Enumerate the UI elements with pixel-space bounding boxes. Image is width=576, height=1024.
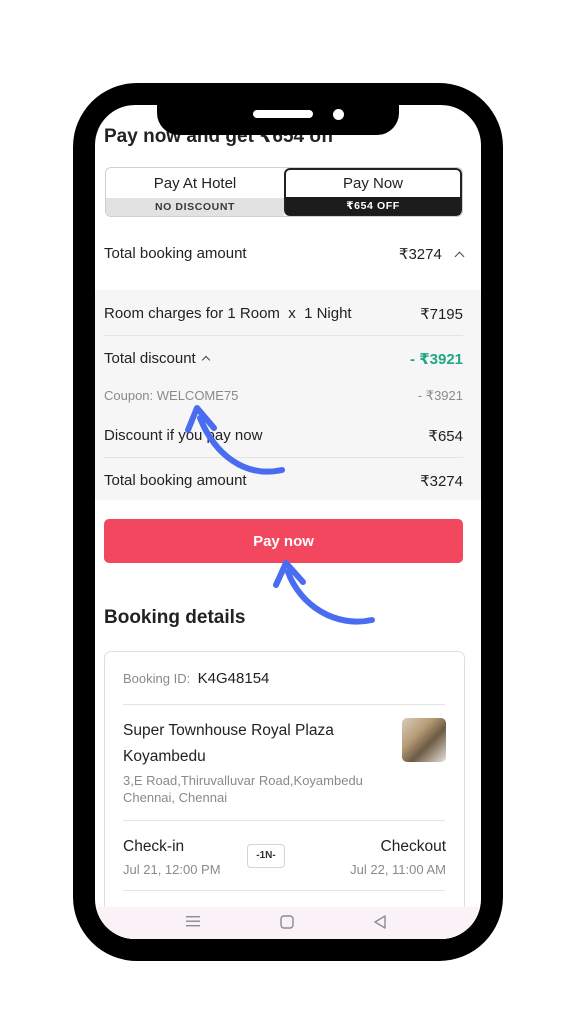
booking-id-value: K4G48154 [197,670,270,687]
booking-id-label: Booking ID: [123,671,191,686]
pay-now-discount-row: Discount if you pay now ₹654 [104,427,463,445]
total-discount-label: Total discount [104,350,196,367]
total-value: ₹3274 [420,473,463,490]
divider [104,457,463,458]
hotel-address: 3,E Road,Thiruvalluvar Road,Koyambedu Ch… [123,773,363,805]
total-booking-value: ₹3274 [398,246,442,263]
menu-icon[interactable] [185,914,201,931]
coupon-value: - ₹3921 [417,388,463,403]
total-booking-summary[interactable]: Total booking amount ₹3274 [104,245,465,263]
booking-details-card: Booking ID: K4G48154 Super Townhouse Roy… [104,651,465,939]
chevron-up-icon [454,251,465,262]
pay-at-hotel-label: Pay At Hotel [153,175,237,192]
home-square-icon[interactable] [280,915,294,932]
divider [104,335,463,336]
total-row: Total booking amount ₹3274 [104,472,463,490]
front-camera [333,109,344,120]
back-triangle-icon[interactable] [373,915,387,932]
chevron-up-icon [201,355,210,365]
checkout-value: Jul 22, 11:00 AM [350,862,446,877]
divider [123,890,445,891]
total-booking-label: Total booking amount [104,245,247,262]
app-screen: Pay now and get ₹654 off Pay At Hotel NO… [95,105,481,939]
pay-now-discount-label: Discount if you pay now [104,427,263,444]
phone-frame: Pay now and get ₹654 off Pay At Hotel NO… [73,83,503,961]
total-discount-row[interactable]: Total discount - ₹3921 [104,350,463,368]
pay-now-option[interactable]: Pay Now ₹654 OFF [284,168,462,216]
speaker-grille [253,110,313,118]
room-charges-label: Room charges for 1 Room x 1 Night [104,305,352,322]
hotel-name: Super Townhouse Royal Plaza Koyambedu [123,722,334,765]
room-charges-row: Room charges for 1 Room x 1 Night ₹7195 [104,305,463,323]
coupon-label: Coupon: WELCOME75 [104,388,239,403]
divider [123,820,445,821]
checkout-label: Checkout [380,838,446,855]
phone-notch [157,83,399,135]
total-label: Total booking amount [104,472,247,489]
pay-now-discount-value: ₹654 [428,428,463,445]
payment-mode-toggle: Pay At Hotel NO DISCOUNT Pay Now ₹654 OF… [105,167,463,217]
hotel-thumbnail[interactable] [402,718,446,762]
room-charges-value: ₹7195 [420,306,463,323]
pay-now-label: Pay Now [342,175,404,192]
price-breakdown: Room charges for 1 Room x 1 Night ₹7195 … [95,290,481,500]
booking-id-line: Booking ID: K4G48154 [123,670,446,688]
coupon-row: Coupon: WELCOME75 - ₹3921 [104,388,463,403]
system-nav-bar [95,907,481,939]
checkout-block: Checkout Jul 22, 11:00 AM [123,838,446,877]
pay-now-button[interactable]: Pay now [104,519,463,563]
pay-at-hotel-option[interactable]: Pay At Hotel NO DISCOUNT [106,168,284,216]
total-discount-value: - ₹3921 [410,351,463,368]
no-discount-badge: NO DISCOUNT [106,198,284,216]
divider [123,704,445,705]
discount-badge: ₹654 OFF [286,197,460,215]
booking-details-title: Booking details [104,607,246,628]
